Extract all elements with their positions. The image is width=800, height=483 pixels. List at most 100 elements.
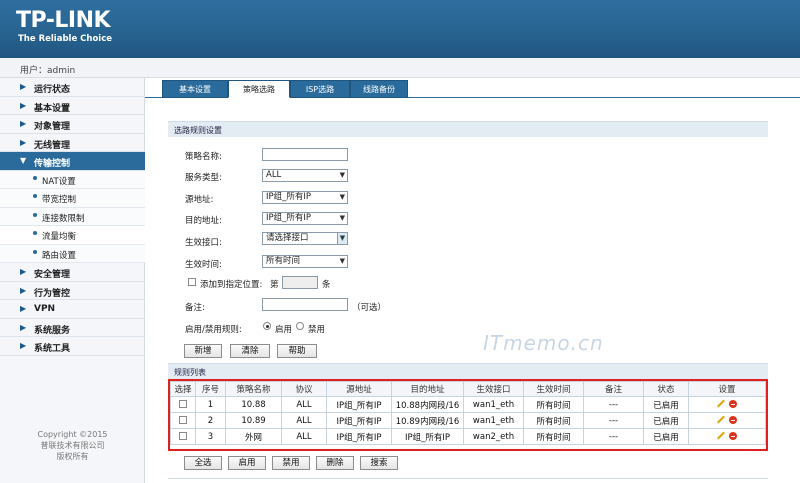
- disable-radio[interactable]: [296, 322, 304, 330]
- add-position-checkbox[interactable]: [188, 278, 196, 286]
- chevron-right-icon: ▶: [20, 304, 27, 313]
- copyright: Copyright ©2015 普联技术有限公司 版权所有: [37, 430, 108, 461]
- sidebar-item-wireless[interactable]: ▶ 无线管理: [0, 134, 145, 152]
- dst-address-select[interactable]: IP组_所有IP ▼: [262, 212, 348, 225]
- header-bar: TP-LINK The Reliable Choice: [0, 0, 800, 58]
- row-index: 1: [195, 396, 226, 413]
- row-status: 已启用: [643, 428, 689, 445]
- bottom-divider: [168, 478, 768, 479]
- delete-icon[interactable]: [729, 432, 737, 440]
- sidebar-subitem-load-balance[interactable]: 流量均衡: [0, 226, 145, 245]
- help-button[interactable]: 帮助: [277, 344, 317, 358]
- sidebar-subitem-conn-limit[interactable]: 连接数限制: [0, 207, 145, 226]
- row-dst: IP组_所有IP: [391, 428, 464, 445]
- table-header-row: 选择 序号 策略名称 协议 源地址 目的地址 生效接口 生效时间 备注 状态 设…: [170, 381, 766, 397]
- delete-icon[interactable]: [729, 400, 737, 408]
- dst-address-label: 目的地址:: [185, 216, 222, 226]
- section-header-rule-settings: 选路规则设置: [168, 121, 768, 137]
- dropdown-arrow-icon: ▼: [339, 257, 345, 265]
- enable-radio[interactable]: [263, 322, 271, 330]
- chevron-right-icon: ▶: [20, 137, 27, 147]
- row-checkbox[interactable]: [179, 400, 187, 408]
- interface-select[interactable]: 请选择接口 ▼: [262, 232, 348, 245]
- disable-option-label: 禁用: [308, 325, 326, 335]
- col-index: 序号: [195, 381, 226, 397]
- user-label: 用户：admin: [20, 66, 76, 76]
- table-row: 1 10.88 ALL IP组_所有IP 10.88内网段/16 wan1_et…: [170, 396, 766, 413]
- sidebar-item-behavior[interactable]: ▶ 行为管控: [0, 282, 145, 300]
- sidebar-item-tools[interactable]: ▶ 系统工具: [0, 337, 145, 356]
- sidebar-item-basic-settings[interactable]: ▶ 基本设置: [0, 97, 145, 115]
- tab-line-backup[interactable]: 线路备份: [350, 80, 408, 98]
- sidebar-item-security[interactable]: ▶ 安全管理: [0, 263, 145, 282]
- row-interface: wan2_eth: [463, 428, 524, 445]
- rule-table: 选择 序号 策略名称 协议 源地址 目的地址 生效接口 生效时间 备注 状态 设…: [170, 381, 766, 445]
- sidebar-subitem-routing[interactable]: 路由设置: [0, 244, 145, 263]
- position-prefix: 第: [270, 280, 279, 290]
- rule-table-highlight: 选择 序号 策略名称 协议 源地址 目的地址 生效接口 生效时间 备注 状态 设…: [168, 379, 768, 451]
- row-time: 所有时间: [523, 412, 584, 429]
- delete-button[interactable]: 删除: [316, 456, 354, 470]
- row-status: 已启用: [643, 396, 689, 413]
- watermark: ITmemo.cn: [483, 331, 604, 355]
- position-suffix: 条: [322, 280, 331, 290]
- row-time: 所有时间: [523, 396, 584, 413]
- sidebar-item-transmission[interactable]: ▼ 传输控制: [0, 152, 145, 171]
- sidebar: ▶ 运行状态 ▶ 基本设置 ▶ 对象管理 ▶ 无线管理 ▼ 传输控制 NAT设置 带宽控制…: [0, 78, 145, 483]
- disable-button[interactable]: 禁用: [272, 456, 310, 470]
- chevron-right-icon: ▶: [20, 119, 27, 128]
- section-header-rule-list: 规则列表: [168, 363, 768, 379]
- note-input[interactable]: [262, 298, 348, 311]
- chevron-right-icon: ▶: [20, 82, 27, 91]
- position-input[interactable]: [282, 276, 318, 289]
- search-button[interactable]: 搜索: [360, 456, 398, 470]
- col-dst: 目的地址: [391, 381, 464, 397]
- add-position-label: 添加到指定位置:: [200, 280, 263, 290]
- chevron-right-icon: ▶: [20, 322, 27, 332]
- note-hint: （可选）: [352, 303, 387, 313]
- service-type-label: 服务类型:: [185, 173, 222, 183]
- tab-isp-routing[interactable]: ISP选路: [290, 80, 350, 98]
- interface-label: 生效接口:: [185, 238, 222, 248]
- sidebar-item-services[interactable]: ▶ 系统服务: [0, 319, 145, 337]
- sidebar-subitem-nat[interactable]: NAT设置: [0, 170, 145, 189]
- col-settings: 设置: [688, 381, 766, 397]
- chevron-right-icon: ▶: [20, 100, 27, 110]
- policy-name-input[interactable]: [262, 148, 348, 161]
- chevron-down-icon: ▼: [20, 156, 27, 165]
- sidebar-item-objects[interactable]: ▶ 对象管理: [0, 115, 145, 134]
- edit-icon[interactable]: [717, 400, 725, 408]
- time-label: 生效时间:: [185, 260, 222, 270]
- bullet-icon: [33, 249, 37, 254]
- row-index: 3: [195, 428, 226, 445]
- col-interface: 生效接口: [463, 381, 524, 397]
- row-protocol: ALL: [281, 412, 327, 429]
- src-address-select[interactable]: IP组_所有IP ▼: [262, 191, 348, 204]
- delete-icon[interactable]: [729, 416, 737, 424]
- col-src: 源地址: [326, 381, 392, 397]
- edit-icon[interactable]: [717, 416, 725, 424]
- enable-button[interactable]: 启用: [228, 456, 266, 470]
- col-name: 策略名称: [225, 381, 282, 397]
- sidebar-subitem-bandwidth[interactable]: 带宽控制: [0, 189, 145, 208]
- row-protocol: ALL: [281, 396, 327, 413]
- select-all-button[interactable]: 全选: [184, 456, 222, 470]
- add-button[interactable]: 新增: [184, 344, 222, 358]
- col-status: 状态: [643, 381, 689, 397]
- tab-basic-settings[interactable]: 基本设置: [162, 80, 228, 98]
- col-select: 选择: [170, 381, 196, 397]
- col-protocol: 协议: [281, 381, 327, 397]
- clear-button[interactable]: 清除: [230, 344, 270, 358]
- col-note: 备注: [583, 381, 644, 397]
- tab-policy-routing[interactable]: 策略选路: [228, 80, 290, 98]
- bullet-icon: [33, 194, 37, 198]
- sidebar-item-vpn[interactable]: ▶ VPN: [0, 300, 145, 319]
- sidebar-item-status[interactable]: ▶ 运行状态: [0, 78, 145, 97]
- table-row: 2 10.89 ALL IP组_所有IP 10.89内网段/16 wan1_et…: [170, 412, 766, 429]
- time-select[interactable]: 所有时间 ▼: [262, 255, 348, 268]
- row-checkbox[interactable]: [179, 416, 187, 424]
- row-status: 已启用: [643, 412, 689, 429]
- service-type-select[interactable]: ALL ▼: [262, 169, 348, 182]
- row-checkbox[interactable]: [179, 432, 187, 440]
- edit-icon[interactable]: [717, 432, 725, 440]
